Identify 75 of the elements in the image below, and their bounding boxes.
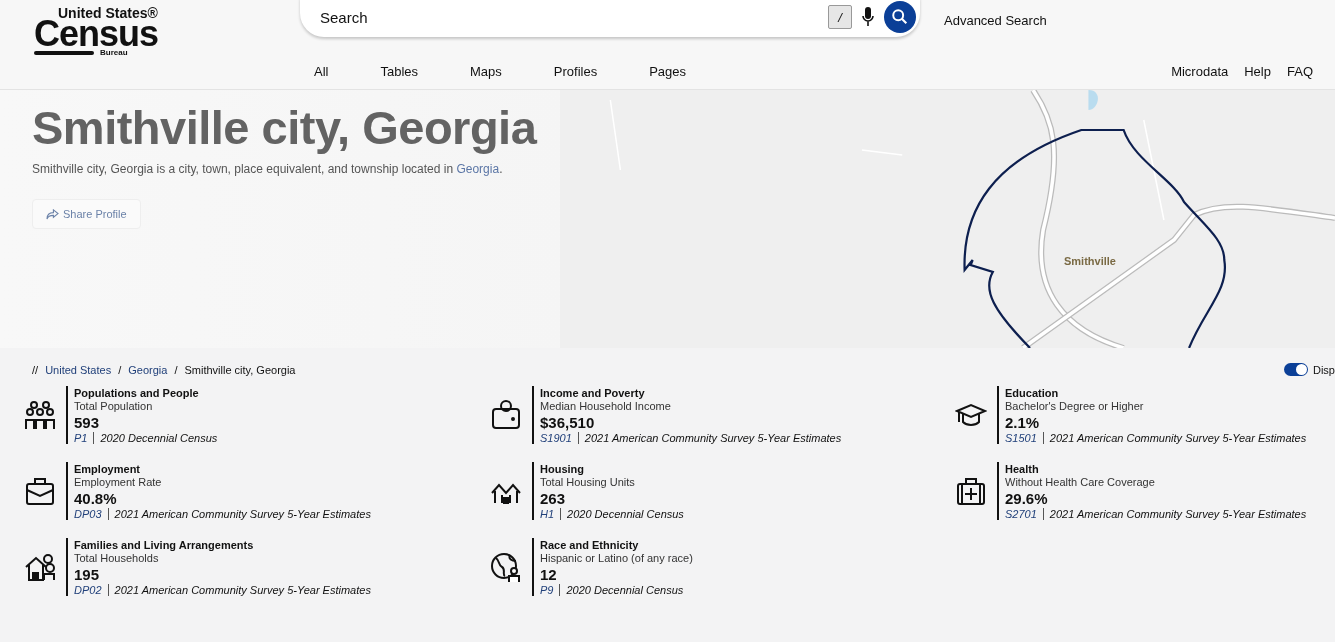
table-link[interactable]: H1 bbox=[540, 508, 562, 520]
search-field[interactable]: Search bbox=[318, 7, 818, 27]
stat-measure: Total Housing Units bbox=[540, 476, 636, 489]
data-source: 2020 Decennial Census bbox=[566, 584, 684, 596]
stat-measure: Hispanic or Latino (of any race) bbox=[540, 552, 693, 565]
medical-kit-icon bbox=[955, 475, 987, 507]
house-icon bbox=[24, 551, 56, 583]
utility-link[interactable]: Microdata bbox=[1171, 64, 1229, 79]
data-source: 2021 American Community Survey 5-Year Estimates bbox=[114, 508, 371, 520]
breadcrumb-separator: // bbox=[32, 363, 39, 376]
breadcrumb-link[interactable]: United States bbox=[45, 363, 112, 376]
toggle-label: Disp bbox=[1313, 363, 1335, 376]
shortcut-key: / bbox=[828, 5, 852, 29]
display-toggle[interactable] bbox=[1284, 363, 1308, 376]
wallet-icon bbox=[490, 399, 522, 431]
search-icon bbox=[891, 8, 909, 26]
breadcrumb-separator: / bbox=[118, 363, 122, 376]
briefcase-icon bbox=[24, 475, 56, 507]
stat-topic: Race and Ethnicity bbox=[540, 538, 640, 552]
breadcrumb-current: Smithville city, Georgia bbox=[184, 363, 296, 376]
data-source: 2021 American Community Survey 5-Year Estimates bbox=[584, 432, 842, 444]
stat-topic: Income and Poverty bbox=[540, 386, 646, 400]
nav-tab[interactable]: Pages bbox=[649, 64, 687, 79]
map-view[interactable]: Smithville bbox=[560, 90, 1335, 348]
data-source: 2021 American Community Survey 5-Year Estimates bbox=[114, 584, 371, 596]
stat-measure: Bachelor's Degree or Higher bbox=[1005, 400, 1145, 413]
breadcrumb-link[interactable]: Georgia bbox=[128, 363, 168, 376]
stat-value: 29.6% bbox=[1005, 489, 1049, 508]
globe-people-icon bbox=[490, 551, 522, 583]
table-link[interactable]: P9 bbox=[540, 584, 561, 596]
stat-topic: Health bbox=[1005, 462, 1040, 476]
table-link[interactable]: DP03 bbox=[74, 508, 109, 520]
stat-value: 12 bbox=[540, 565, 558, 584]
stat-measure: Without Health Care Coverage bbox=[1005, 476, 1156, 489]
utility-link[interactable]: FAQ bbox=[1287, 64, 1313, 79]
table-link[interactable]: P1 bbox=[74, 432, 95, 444]
search-bar[interactable]: Search / bbox=[300, 0, 920, 37]
utility-link[interactable]: Help bbox=[1244, 64, 1271, 79]
stat-measure: Total Households bbox=[74, 552, 160, 565]
microphone-icon[interactable] bbox=[862, 7, 874, 27]
nav-tab[interactable]: Maps bbox=[470, 64, 502, 79]
stat-topic: Families and Living Arrangements bbox=[74, 538, 255, 552]
table-link[interactable]: S1901 bbox=[540, 432, 579, 444]
stat-measure: Employment Rate bbox=[74, 476, 163, 489]
table-link[interactable]: S1501 bbox=[1005, 432, 1044, 444]
stat-value: $36,510 bbox=[540, 413, 596, 432]
data-source: 2020 Decennial Census bbox=[567, 508, 684, 520]
table-link[interactable]: DP02 bbox=[74, 584, 109, 596]
stat-value: 593 bbox=[74, 413, 101, 432]
share-profile-button[interactable]: Share Profile bbox=[32, 199, 141, 229]
stat-topic: Employment bbox=[74, 462, 141, 476]
place-description: Smithville city, Georgia is a city, town, place equivalent, and township located in Georgia. bbox=[32, 161, 504, 177]
data-source: 2021 American Community Survey 5-Year Estimates bbox=[1049, 508, 1307, 520]
people-icon bbox=[24, 399, 56, 431]
advanced-search-link[interactable]: Advanced Search bbox=[944, 12, 1047, 28]
stat-topic: Education bbox=[1005, 386, 1060, 400]
page-title: Smithville city, Georgia bbox=[32, 100, 539, 155]
data-source: 2020 Decennial Census bbox=[100, 432, 218, 444]
share-icon bbox=[46, 208, 59, 220]
stat-value: 195 bbox=[74, 565, 101, 584]
stat-topic: Housing bbox=[540, 462, 585, 476]
stat-measure: Median Household Income bbox=[540, 400, 672, 413]
nav-tab[interactable]: All bbox=[314, 64, 329, 79]
search-button[interactable] bbox=[884, 1, 916, 33]
data-source: 2021 American Community Survey 5-Year Estimates bbox=[1049, 432, 1307, 444]
stat-measure: Total Population bbox=[74, 400, 154, 413]
table-link[interactable]: S2701 bbox=[1005, 508, 1044, 520]
nav-tab[interactable]: Profiles bbox=[553, 64, 598, 79]
map-place-label: Smithville bbox=[1064, 255, 1116, 267]
breadcrumb-separator: / bbox=[174, 363, 178, 376]
stat-topic: Populations and People bbox=[74, 386, 200, 400]
stat-value: 40.8% bbox=[74, 489, 118, 508]
nav-tab[interactable]: Tables bbox=[380, 64, 419, 79]
stat-value: 263 bbox=[540, 489, 567, 508]
stat-value: 2.1% bbox=[1005, 413, 1041, 432]
